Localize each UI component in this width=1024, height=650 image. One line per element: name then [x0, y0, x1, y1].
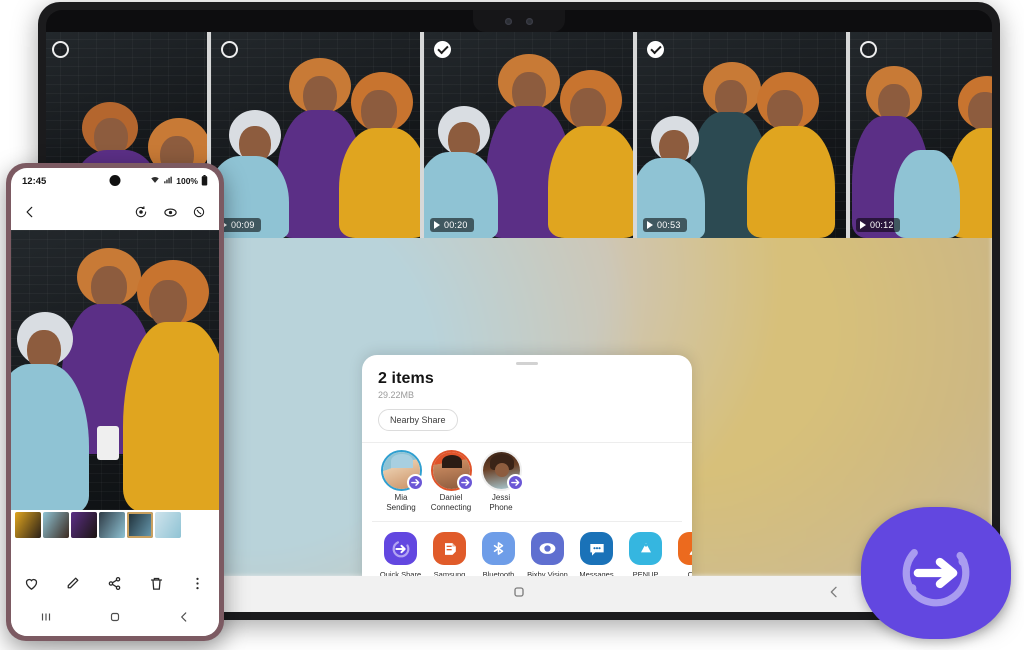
toolbar-actions[interactable]	[134, 205, 207, 220]
favorite-heart-icon[interactable]	[23, 575, 41, 593]
photo-image	[637, 32, 846, 238]
filmstrip-thumb[interactable]	[15, 512, 41, 538]
phone-navigation-bar[interactable]	[11, 602, 219, 636]
filmstrip-thumb[interactable]	[71, 512, 97, 538]
video-duration-badge: 00:12	[856, 218, 900, 232]
quick-share-icon	[384, 532, 417, 565]
play-triangle-icon	[860, 221, 866, 229]
motion-photo-icon[interactable]	[134, 205, 149, 220]
phone-viewer-toolbar[interactable]	[11, 194, 219, 230]
contacts-icon	[678, 532, 692, 565]
video-duration-text: 00:09	[231, 220, 255, 230]
samsung-notes-icon	[433, 532, 466, 565]
quick-share-logo-squircle	[861, 507, 1011, 639]
quick-share-contacts-row[interactable]: Mia Sending Daniel Connecting Jessi Phon…	[362, 443, 692, 519]
video-duration-badge: 00:53	[643, 218, 687, 232]
gallery-thumbnail[interactable]: 00:12	[850, 32, 992, 238]
back-chevron-icon[interactable]	[23, 205, 38, 220]
filmstrip-thumb[interactable]	[99, 512, 125, 538]
video-duration-badge: 00:20	[430, 218, 474, 232]
play-triangle-icon	[647, 221, 653, 229]
status-time: 12:45	[22, 175, 47, 187]
phone-action-bar[interactable]	[11, 566, 219, 602]
thumbnail-select-check[interactable]	[647, 41, 664, 58]
back-icon[interactable]	[826, 584, 842, 605]
home-icon[interactable]	[108, 610, 122, 629]
play-triangle-icon	[434, 221, 440, 229]
battery-percent: 100%	[176, 176, 198, 186]
contact-name: Daniel	[439, 493, 463, 502]
thumbnail-select-circle[interactable]	[221, 41, 238, 58]
front-camera-punch-hole	[109, 175, 121, 186]
photo-image	[211, 32, 420, 238]
status-indicators: 100%	[150, 174, 208, 188]
phone-screen: 12:45 100%	[11, 168, 219, 636]
more-options-icon[interactable]	[189, 575, 207, 593]
thumbnail-select-circle[interactable]	[52, 41, 69, 58]
avatar[interactable]	[380, 450, 424, 491]
messages-icon	[580, 532, 613, 565]
gallery-thumbnail[interactable]: 00:09	[211, 32, 420, 238]
contact-item[interactable]: Jessi Phone	[476, 450, 526, 513]
photo-image	[850, 32, 992, 238]
quick-share-logo	[860, 506, 1012, 640]
share-icon[interactable]	[106, 575, 124, 593]
delete-trash-icon[interactable]	[148, 575, 166, 593]
gallery-thumbnail[interactable]: 00:53	[637, 32, 846, 238]
avatar[interactable]	[480, 450, 524, 491]
phone-device: 12:45 100%	[6, 163, 224, 641]
share-total-size: 29.22MB	[378, 390, 415, 400]
bixby-vision-icon	[531, 532, 564, 565]
wifi-icon	[150, 175, 160, 187]
phone-filmstrip[interactable]	[11, 510, 219, 540]
thumbnail-select-circle[interactable]	[860, 41, 877, 58]
contact-status: Phone	[489, 503, 513, 512]
video-duration-text: 00:53	[657, 220, 681, 230]
share-item-count: 2 items	[378, 370, 434, 387]
tablet-camera-notch	[473, 10, 565, 32]
bluetooth-icon	[482, 532, 515, 565]
photo-image	[11, 230, 219, 510]
filmstrip-thumb-active[interactable]	[127, 512, 153, 538]
screenshot-root: 00:09 00:20 00:53 00:12 2 items 29.22MB …	[0, 0, 1024, 650]
video-duration-text: 00:12	[870, 220, 894, 230]
nearby-share-chip[interactable]: Nearby Share	[378, 409, 458, 431]
quick-share-arrow-icon	[456, 474, 474, 491]
contact-name: Jessi	[491, 493, 511, 502]
contact-status: Connecting	[430, 503, 472, 512]
filmstrip-thumb[interactable]	[43, 512, 69, 538]
gallery-thumbnail[interactable]: 00:20	[424, 32, 633, 238]
share-sheet[interactable]: 2 items 29.22MB Nearby Share Mia Sending…	[362, 355, 692, 590]
recents-icon[interactable]	[39, 610, 53, 629]
contact-name: Mia	[394, 493, 408, 502]
avatar[interactable]	[430, 450, 474, 491]
photo-image	[424, 32, 633, 238]
filmstrip-thumb[interactable]	[155, 512, 181, 538]
signal-icon	[163, 175, 173, 187]
video-duration-text: 00:20	[444, 220, 468, 230]
view-icon[interactable]	[163, 205, 178, 220]
home-icon[interactable]	[511, 584, 527, 605]
battery-icon	[201, 174, 208, 188]
contact-status: Sending	[386, 503, 416, 512]
thumbnail-select-check[interactable]	[434, 41, 451, 58]
contact-item[interactable]: Mia Sending	[376, 450, 426, 513]
penup-icon	[629, 532, 662, 565]
camera-lens-icon	[505, 17, 512, 25]
phone-photo-viewer[interactable]	[11, 230, 219, 510]
share-sheet-header: 2 items 29.22MB Nearby Share	[362, 365, 692, 431]
quick-share-arrow-icon	[506, 474, 524, 491]
camera-lens-icon	[526, 17, 533, 25]
quick-share-glyph-icon	[902, 539, 970, 607]
phone-status-bar: 12:45 100%	[11, 168, 219, 194]
edit-pencil-icon[interactable]	[64, 575, 82, 593]
contact-item[interactable]: Daniel Connecting	[426, 450, 476, 513]
back-icon[interactable]	[177, 610, 191, 629]
ar-doodle-icon[interactable]	[192, 205, 207, 220]
quick-share-arrow-icon	[406, 474, 424, 491]
